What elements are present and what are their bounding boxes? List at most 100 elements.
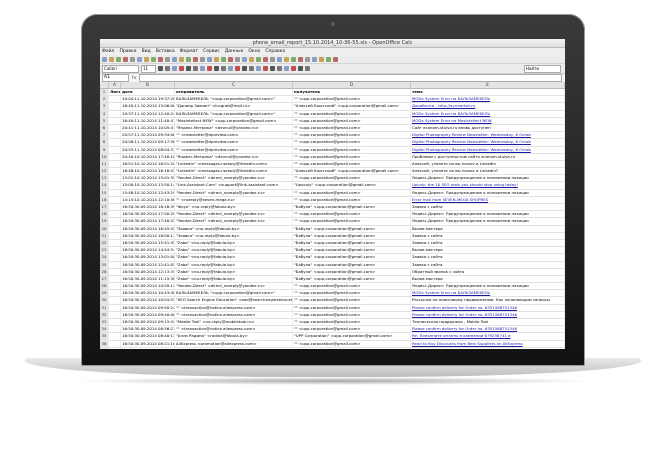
toolbar-button-icon[interactable] <box>130 56 135 62</box>
cell-subject[interactable]: Digital Photography Review Newsletter: W… <box>411 139 565 146</box>
toolbar-button-icon[interactable] <box>319 56 324 62</box>
function-icon[interactable]: fx <box>132 76 136 81</box>
cell-a[interactable] <box>109 204 121 211</box>
cell-sender[interactable]: "Zaba" <no-reply@fabula.by> <box>175 239 293 247</box>
toolbar-button-icon[interactable] <box>256 56 261 62</box>
header-cell-sender[interactable]: отправитель <box>175 89 293 96</box>
cell-a[interactable] <box>109 211 121 218</box>
row-number[interactable]: 30 <box>100 297 109 304</box>
cell-recipient[interactable]: "" <upp.corporation@gmail.com> <box>293 96 411 103</box>
cell-recipient[interactable]: "" <upp.corporation@gmail.com> <box>293 218 411 225</box>
cell-sender[interactable]: "MosIntellect NEW" <upp.corporation@gmai… <box>175 117 293 124</box>
cell-sender[interactable]: "" <newsletter@dpreview.com> <box>175 139 293 146</box>
row-number[interactable]: 23 <box>100 247 109 254</box>
format-button-icon[interactable] <box>284 66 289 71</box>
cell-date[interactable]: 16:50:30.09.2014 16:45:55 <box>121 225 175 232</box>
menu-item[interactable]: Справка <box>265 48 285 55</box>
cell-subject[interactable]: Сайт econom-stulya.ru вновь доступен <box>411 124 565 132</box>
cell-subject[interactable]: MODx System Error на БАЛЬЗАМЕБЕЛЬ <box>411 290 565 297</box>
row-number[interactable]: 25 <box>100 261 109 268</box>
toolbar-button-icon[interactable] <box>291 56 296 62</box>
cell-recipient[interactable]: "Алексей Бжотский" <upp.corporation@gmai… <box>293 103 411 110</box>
cell-date[interactable]: 16:50:30.09.2014 08:21:16 <box>121 340 175 347</box>
cell-subject[interactable]: Яндекс.Директ: Предупреждение о понижени… <box>411 283 565 290</box>
cell-a[interactable] <box>109 153 121 160</box>
row-number[interactable]: 34 <box>100 326 109 333</box>
cell-sender[interactable]: "Фрук" <no-reply@fabula.by> <box>175 204 293 211</box>
cell-recipient[interactable]: "" <upp.corporation@gmail.com> <box>293 211 411 218</box>
cell-recipient[interactable]: "" <upp.corporation@gmail.com> <box>293 304 411 311</box>
cell-sender[interactable]: "Mobile Tool" <no-reply@mobiletool.ru> <box>175 319 293 326</box>
cell-recipient[interactable]: "" <upp.corporation@gmail.com> <box>293 326 411 333</box>
cell-recipient[interactable]: "" <upp.corporation@gmail.com> <box>293 117 411 124</box>
cell-subject[interactable]: Заявка с сайта <box>411 261 565 268</box>
format-button-icon[interactable] <box>305 66 310 71</box>
cell-recipient[interactable]: "Бабула" <upp.corporation@gmail.com> <box>293 232 411 239</box>
format-button-icon[interactable] <box>263 66 268 71</box>
format-button-icon[interactable] <box>165 66 170 71</box>
cell-date[interactable]: 16:40:11.10.2014 13:06:06 <box>121 103 175 110</box>
cell-subject[interactable]: Вызов мастера <box>411 225 565 232</box>
header-cell-subject[interactable]: тема <box>411 89 565 96</box>
cell-sender[interactable]: "Yandex.Direct" <direct_noreply@yandex.r… <box>175 175 293 182</box>
cell-a[interactable] <box>109 218 121 225</box>
toolbar-button-icon[interactable] <box>270 56 275 62</box>
cell-recipient[interactable]: "" <upp.corporation@gmail.com> <box>293 160 411 168</box>
cell-subject[interactable]: Error mail from SEVEN-MEGA SHOPRES <box>411 196 565 203</box>
toolbar-button-icon[interactable] <box>326 56 331 62</box>
row-number[interactable]: 13 <box>100 175 109 182</box>
select-all-corner[interactable] <box>100 82 109 88</box>
cell-a[interactable] <box>109 340 121 347</box>
cell-subject[interactable]: Read to Buy Discounts from Best Supplier… <box>411 347 565 349</box>
cell-a[interactable] <box>109 110 121 117</box>
cell-subject[interactable]: Заявка с сайта <box>411 254 565 261</box>
menu-item[interactable]: Сервис <box>203 48 220 55</box>
format-button-icon[interactable] <box>179 66 184 71</box>
cell-recipient[interactable]: "" <upp.corporation@gmail.com> <box>293 175 411 182</box>
format-button-icon[interactable] <box>249 66 254 71</box>
cell-recipient[interactable]: "" <upp.corporation@gmail.com> <box>293 347 411 349</box>
cell-recipient[interactable]: "Бабула" <upp.corporation@gmail.com> <box>293 268 411 275</box>
cell-date[interactable]: 13:01:10.10.2014 15:01:35 <box>121 175 175 182</box>
cell-recipient[interactable]: "" <upp.corporation@gmail.com> <box>293 283 411 290</box>
cell-sender[interactable]: "Zaba" <no-reply@fabula.by> <box>175 247 293 254</box>
cell-subject[interactable]: Рассылка по поисковому продвижению: Как … <box>411 297 565 304</box>
cell-date[interactable]: 16:50:30.09.2014 14:44:54 <box>121 247 175 254</box>
toolbar-button-icon[interactable] <box>298 56 303 62</box>
cell-sender[interactable]: "Заявка" <no-reply@fabula.by> <box>175 232 293 239</box>
cell-sender[interactable]: "Yandex.Direct" <direct_noreply@yandex.r… <box>175 211 293 218</box>
cell-a[interactable] <box>109 304 121 311</box>
format-button-icon[interactable] <box>200 66 205 71</box>
row-number[interactable]: 20 <box>100 225 109 232</box>
format-button-icon[interactable] <box>193 66 198 71</box>
cell-subject[interactable]: Яндекс.Директ: Предупреждение о понижени… <box>411 189 565 196</box>
cell-a[interactable] <box>109 326 121 333</box>
cell-subject[interactable]: Доработки - http://ayrmarket.ru <box>411 103 565 110</box>
cell-recipient[interactable]: "" <upp.corporation@gmail.com> <box>293 139 411 146</box>
toolbar-button-icon[interactable] <box>144 56 149 62</box>
cell-sender[interactable]: "" <newsletter@dpreview.com> <box>175 132 293 139</box>
toolbar-button-icon[interactable] <box>305 56 310 62</box>
row-number[interactable]: 1 <box>100 89 109 96</box>
menu-item[interactable]: Правка <box>119 48 136 55</box>
cell-date[interactable]: 16:50:30.09.2014 15:41:35 <box>121 239 175 247</box>
cell-date[interactable]: 20:57:11.10.2014 09:34:06 <box>121 132 175 139</box>
row-number[interactable]: 21 <box>100 232 109 239</box>
cell-subject[interactable]: Upcoly, the 10 SEO tools you should stop… <box>411 182 565 189</box>
font-name-box[interactable]: Calibri <box>102 64 139 73</box>
cell-a[interactable] <box>109 268 121 275</box>
cell-date[interactable]: 16:50:30.09.2014 08:56:21 <box>121 326 175 333</box>
cell-a[interactable] <box>109 283 121 290</box>
cell-date[interactable]: 16:50:30.09.2014 12:41:05 <box>121 261 175 268</box>
cell-sender[interactable]: "" <transaction@notice.aliexpress.com> <box>175 311 293 318</box>
cell-sender[interactable]: БАЛЬЗАМЕБЕЛЬ "<upp.corporation@gmail.com… <box>175 96 293 103</box>
toolbar-button-icon[interactable] <box>179 56 184 62</box>
cell-recipient[interactable]: "Upocoly" <upp.corporation@gmail.com> <box>293 182 411 189</box>
cell-sender[interactable]: "" <transaction@notice.aliexpress.com> <box>175 326 293 333</box>
row-number[interactable]: 7 <box>100 132 109 139</box>
spreadsheet-grid[interactable]: A B C D E 1 Лист дата отправитель получа… <box>100 82 565 349</box>
cell-subject[interactable]: Digital Photography Review Newsletter: W… <box>411 146 565 153</box>
cell-sender[interactable]: БАЛЬЗАМЕБЕЛЬ "<upp.corporation@gmail.com… <box>175 110 293 117</box>
cell-recipient[interactable]: "Бабула" <upp.corporation@gmail.com> <box>293 254 411 261</box>
toolbar-button-icon[interactable] <box>158 56 163 62</box>
